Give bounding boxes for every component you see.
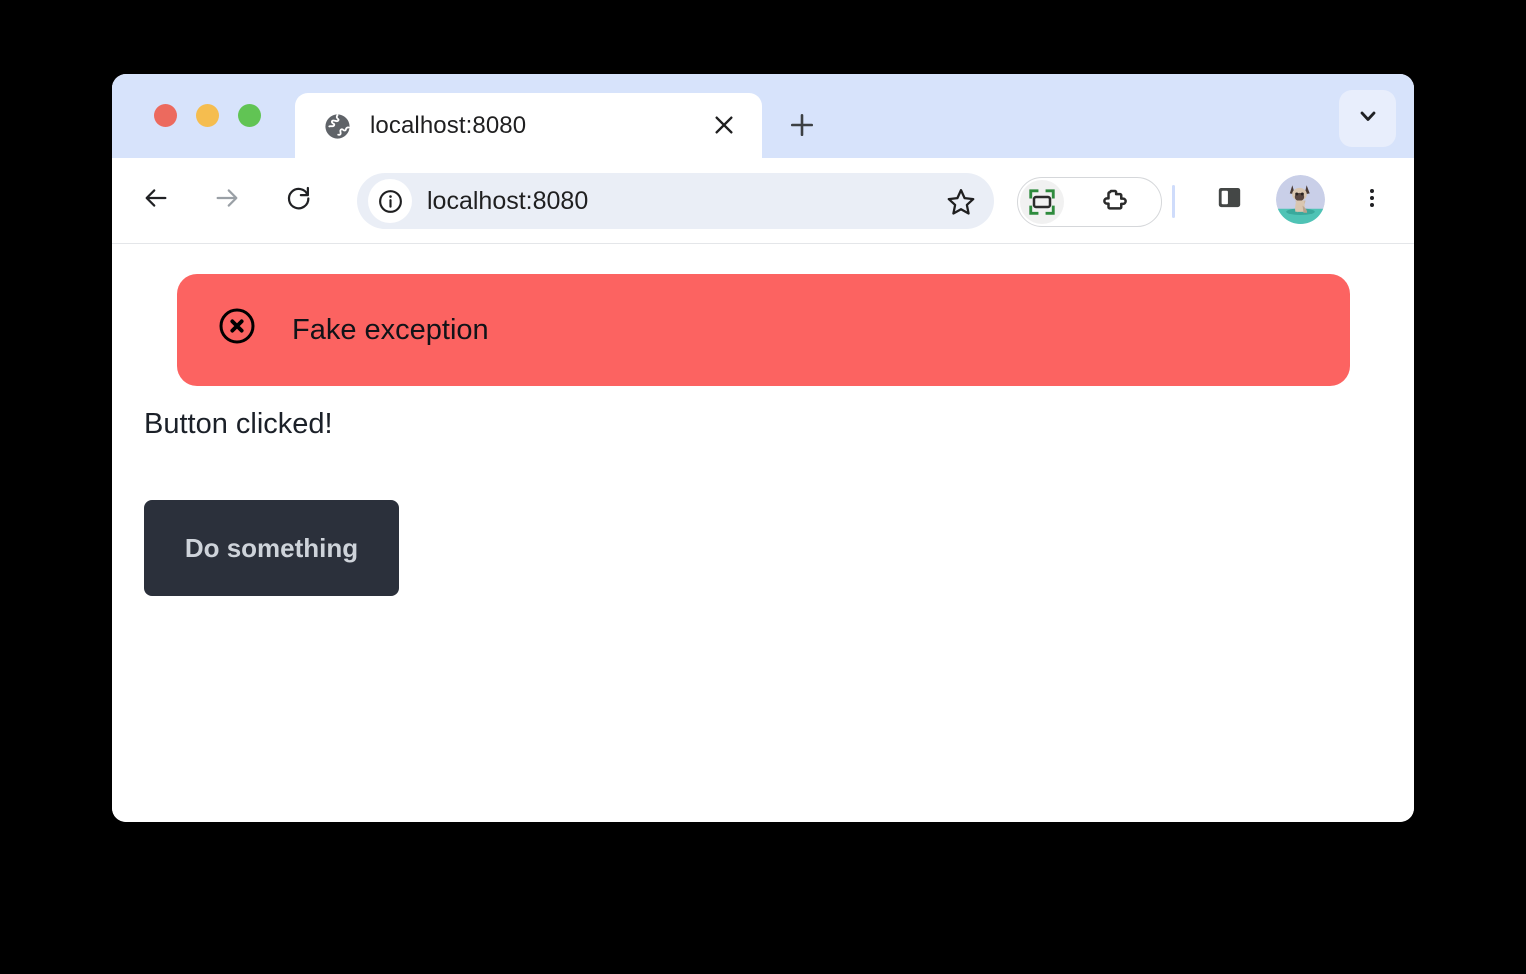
status-message: Button clicked! <box>144 408 333 440</box>
window-minimize-button[interactable] <box>196 104 219 127</box>
browser-toolbar: localhost:8080 <box>112 158 1414 244</box>
star-icon[interactable] <box>942 183 980 221</box>
back-button[interactable] <box>128 172 184 228</box>
extensions-pill <box>1017 177 1162 227</box>
info-circle-icon[interactable] <box>368 179 412 223</box>
globe-icon <box>323 112 352 141</box>
address-bar[interactable]: localhost:8080 <box>357 173 994 229</box>
error-banner: Fake exception <box>177 274 1350 386</box>
tab-title: localhost:8080 <box>370 112 527 139</box>
tab-close-icon[interactable] <box>708 109 740 141</box>
page-content: Fake exception Button clicked! Do someth… <box>112 244 1414 822</box>
reload-icon <box>285 184 313 217</box>
arrow-right-icon <box>213 184 241 217</box>
new-tab-button[interactable] <box>782 105 822 145</box>
forward-button[interactable] <box>199 172 255 228</box>
profile-avatar[interactable] <box>1276 175 1325 224</box>
error-message: Fake exception <box>292 314 489 346</box>
circle-x-icon <box>217 306 257 346</box>
tab-search-button[interactable] <box>1339 90 1396 147</box>
window-traffic-lights <box>154 104 261 127</box>
screen-capture-icon[interactable] <box>1020 180 1064 224</box>
tab-strip: localhost:8080 <box>112 74 1414 158</box>
toolbar-divider <box>1172 185 1175 218</box>
address-bar-url: localhost:8080 <box>427 187 589 215</box>
browser-window: localhost:8080 localhost:8080 Fake excep… <box>112 74 1414 822</box>
do-something-button[interactable]: Do something <box>144 500 399 596</box>
side-panel-icon <box>1216 184 1243 216</box>
arrow-left-icon <box>142 184 170 217</box>
puzzle-piece-icon[interactable] <box>1095 184 1131 220</box>
reload-button[interactable] <box>271 172 327 228</box>
screen-root: localhost:8080 localhost:8080 Fake excep… <box>0 0 1526 974</box>
three-dots-vertical-icon <box>1360 186 1384 215</box>
window-close-button[interactable] <box>154 104 177 127</box>
browser-tab-localhost[interactable]: localhost:8080 <box>295 93 762 158</box>
side-panel-button[interactable] <box>1201 172 1257 228</box>
window-maximize-button[interactable] <box>238 104 261 127</box>
chevron-down-icon <box>1356 104 1380 133</box>
browser-menu-button[interactable] <box>1344 172 1400 228</box>
